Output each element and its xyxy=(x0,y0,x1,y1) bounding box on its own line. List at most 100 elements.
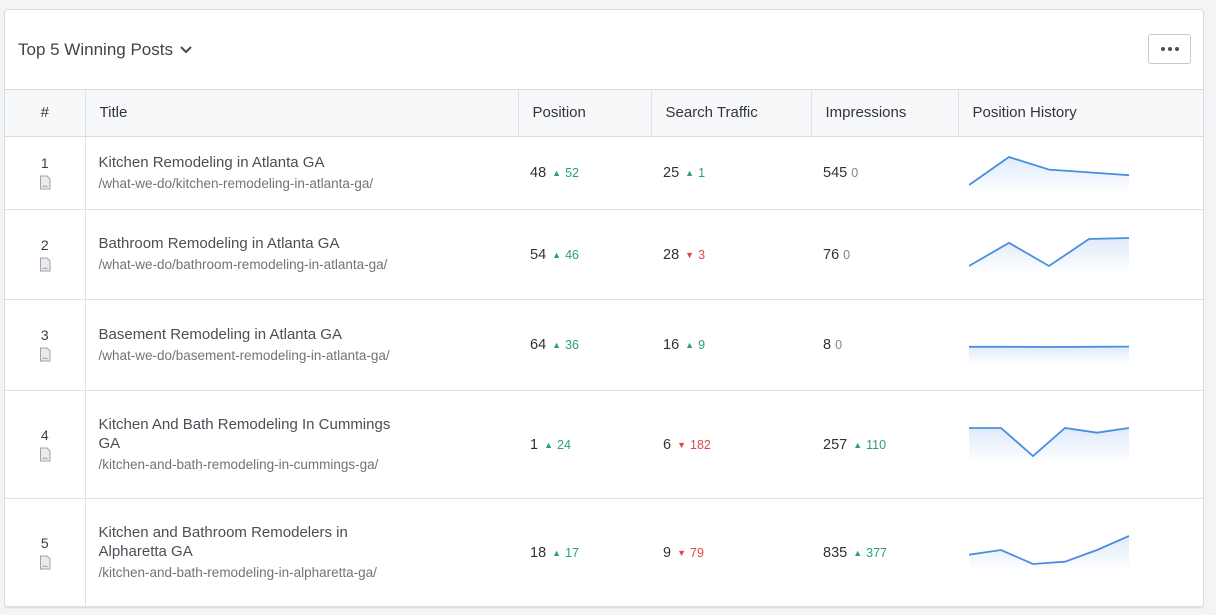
post-title-link[interactable]: Kitchen and Bathroom Remodelers in Alpha… xyxy=(99,523,409,561)
widget-title: Top 5 Winning Posts xyxy=(18,40,173,59)
post-url: /kitchen-and-bath-remodeling-in-cummings… xyxy=(98,456,379,472)
position-history-sparkline xyxy=(969,345,1130,365)
dot-icon xyxy=(1174,47,1179,51)
table-row: 3 Basement Remodeling in Atlanta GA /wha… xyxy=(5,299,1203,391)
traffic-cell: 16 ▲ 9 xyxy=(651,299,811,391)
traffic-delta: ▲ 1 xyxy=(685,166,706,180)
traffic-value: 6 xyxy=(663,436,672,453)
traffic-value: 28 xyxy=(663,246,680,263)
rank-number: 1 xyxy=(40,155,49,171)
title-cell: Kitchen Remodeling in Atlanta GA /what-w… xyxy=(85,136,518,210)
document-icon[interactable] xyxy=(39,257,51,272)
sparkline-area xyxy=(969,156,1129,193)
document-icon[interactable] xyxy=(39,347,51,362)
post-title-link[interactable]: Basement Remodeling in Atlanta GA xyxy=(99,325,409,344)
top-posts-widget: Top 5 Winning Posts # Title Position Sea… xyxy=(4,9,1204,608)
post-url: /what-we-do/bathroom-remodeling-in-atlan… xyxy=(98,257,388,272)
history-cell xyxy=(958,209,1203,300)
post-url: /what-we-do/basement-remodeling-in-atlan… xyxy=(98,347,390,363)
traffic-delta: ▼ 182 xyxy=(677,437,711,452)
position-value: 54 xyxy=(530,246,547,263)
post-title-link[interactable]: Kitchen Remodeling in Atlanta GA xyxy=(99,153,409,172)
column-header-position[interactable]: Position xyxy=(518,90,652,137)
post-title-link[interactable]: Bathroom Remodeling in Atlanta GA xyxy=(99,234,409,253)
position-value: 48 xyxy=(530,165,547,181)
position-history-sparkline xyxy=(969,427,1130,464)
title-cell: Bathroom Remodeling in Atlanta GA /what-… xyxy=(85,209,518,300)
position-cell: 18 ▲ 17 xyxy=(518,498,651,607)
column-header-num[interactable]: # xyxy=(5,90,86,137)
table-header-row: # Title Position Search Traffic Impressi… xyxy=(5,90,1203,137)
rank-cell: 5 xyxy=(5,498,86,607)
position-delta: ▲ 36 xyxy=(552,338,579,352)
traffic-delta: ▲ 9 xyxy=(685,338,706,352)
table-row: 5 Kitchen and Bathroom Remodelers in Alp… xyxy=(5,498,1203,607)
history-cell xyxy=(958,136,1203,210)
impressions-cell: 76 0 xyxy=(811,209,958,300)
traffic-delta: ▼ 3 xyxy=(685,247,706,262)
position-history-sparkline xyxy=(969,237,1130,274)
rank-cell: 2 xyxy=(5,209,86,300)
traffic-cell: 6 ▼ 182 xyxy=(651,390,811,499)
rank-cell: 3 xyxy=(5,299,86,391)
impressions-cell: 80 xyxy=(811,299,958,391)
position-history-sparkline xyxy=(969,155,1130,193)
traffic-delta: ▼ 79 xyxy=(677,545,704,560)
post-title-link[interactable]: Kitchen And Bath Remodeling In Cummings … xyxy=(99,415,409,453)
position-cell: 1 ▲ 24 xyxy=(518,390,651,499)
traffic-cell: 28 ▼ 3 xyxy=(651,209,811,300)
widget-title-dropdown[interactable]: Top 5 Winning Posts xyxy=(18,40,192,60)
impressions-value: 835 xyxy=(823,544,848,561)
impressions-delta: ▲ 110 xyxy=(853,437,887,452)
history-cell xyxy=(958,498,1203,607)
impressions-cell: 545 0 xyxy=(811,136,958,210)
impressions-value: 545 xyxy=(823,165,848,181)
post-url: /what-we-do/kitchen-remodeling-in-atlant… xyxy=(98,175,374,191)
position-value: 18 xyxy=(530,544,547,561)
title-cell: Kitchen and Bathroom Remodelers in Alpha… xyxy=(85,498,518,607)
document-icon[interactable] xyxy=(39,175,51,190)
column-header-impressions[interactable]: Impressions xyxy=(811,90,959,137)
post-url: /kitchen-and-bath-remodeling-in-alpharet… xyxy=(98,564,377,580)
chevron-down-icon xyxy=(180,46,192,53)
impressions-delta: 0 xyxy=(851,166,859,180)
rank-cell: 1 xyxy=(5,136,86,210)
table-row: 1 Kitchen Remodeling in Atlanta GA /what… xyxy=(5,136,1203,210)
rank-number: 3 xyxy=(40,327,49,343)
position-cell: 54 ▲ 46 xyxy=(518,209,651,300)
impressions-cell: 257 ▲ 110 xyxy=(811,390,958,499)
position-cell: 64 ▲ 36 xyxy=(518,299,651,391)
position-value: 64 xyxy=(530,337,547,353)
dot-icon xyxy=(1167,47,1172,51)
title-cell: Basement Remodeling in Atlanta GA /what-… xyxy=(85,299,518,391)
position-value: 1 xyxy=(530,436,539,453)
posts-table: # Title Position Search Traffic Impressi… xyxy=(5,90,1203,607)
document-icon[interactable] xyxy=(39,555,51,570)
more-options-button[interactable] xyxy=(1148,34,1191,64)
traffic-value: 9 xyxy=(663,544,672,561)
column-header-history[interactable]: Position History xyxy=(958,90,1203,137)
position-delta: ▲ 24 xyxy=(544,437,571,452)
rank-cell: 4 xyxy=(5,390,86,499)
title-cell: Kitchen And Bath Remodeling In Cummings … xyxy=(85,390,518,499)
traffic-value: 16 xyxy=(663,337,680,353)
document-icon[interactable] xyxy=(39,447,51,462)
position-delta: ▲ 17 xyxy=(552,545,579,560)
impressions-delta: 0 xyxy=(835,338,843,352)
widget-header: Top 5 Winning Posts xyxy=(5,10,1203,90)
column-header-traffic[interactable]: Search Traffic xyxy=(651,90,812,137)
position-history-sparkline xyxy=(969,535,1130,572)
sparkline-area xyxy=(969,346,1129,365)
impressions-value: 8 xyxy=(823,337,832,353)
traffic-value: 25 xyxy=(663,165,680,181)
position-delta: ▲ 52 xyxy=(552,166,579,180)
history-cell xyxy=(958,299,1203,391)
traffic-cell: 9 ▼ 79 xyxy=(651,498,811,607)
sparkline-area xyxy=(969,238,1129,274)
position-delta: ▲ 46 xyxy=(552,247,579,262)
rank-number: 5 xyxy=(40,534,49,551)
impressions-value: 76 xyxy=(823,246,840,263)
impressions-cell: 835 ▲ 377 xyxy=(811,498,958,607)
column-header-title[interactable]: Title xyxy=(85,90,519,137)
impressions-delta: 0 xyxy=(843,247,851,262)
